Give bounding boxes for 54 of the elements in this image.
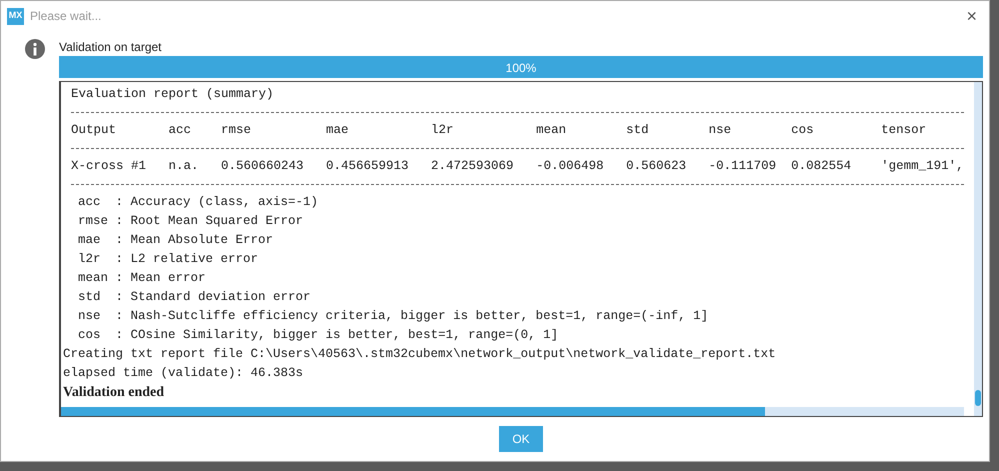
legend-key: mae [78,231,116,250]
legend-description: COsine Similarity, bigger is better, best=1, range=(0, 1] [130,327,558,344]
legend-key: std [78,288,116,307]
column-header: tensor [881,122,928,139]
legend-description: Mean error [130,270,206,287]
legend-separator: : [116,270,124,287]
legend-separator: : [116,289,124,306]
legend-key: mean [78,269,116,288]
window-title: Please wait... [30,8,102,25]
legend-key: acc [78,193,116,212]
console-line: Validation ended [63,384,166,402]
legend-separator: : [116,213,124,230]
legend-description: Accuracy (class, axis=-1) [130,194,318,211]
legend-key: rmse [78,212,116,231]
column-header: rmse [221,122,252,139]
column-header: mae [326,122,350,139]
column-header: l2r [431,122,455,139]
legend-description: Mean Absolute Error [130,232,274,249]
table-cell-text: 'gemm_191', [881,158,965,175]
legend-separator: : [116,232,124,249]
legend-key: nse [78,307,116,326]
column-header: cos [791,122,815,139]
legend-separator: : [116,308,124,325]
legend-description: Root Mean Squared Error [130,213,304,230]
close-button[interactable]: × [962,7,981,25]
legend-description: L2 relative error [130,251,258,268]
table-cell-text: 0.082554 [791,158,852,175]
table-cell-text: 2.472593069 [431,158,515,175]
table-cell-text: -0.111709 [708,158,778,175]
info-icon [25,39,45,59]
column-header: nse [708,122,732,139]
legend-description: Standard deviation error [130,289,311,306]
legend-separator: : [116,327,124,344]
table-cell-text: 0.456659913 [326,158,410,175]
legend-separator: : [116,194,124,211]
legend-key: l2r [78,250,116,269]
table-cell-text: X-cross #1 [71,158,148,175]
status-message: Validation on target [59,40,163,54]
console-line: Evaluation report (summary) [70,86,275,103]
legend-key: cos [78,326,116,345]
legend-separator: : [116,251,124,268]
table-cell-text: 0.560660243 [221,158,305,175]
progress-label: 100% [506,60,536,77]
column-header: std [626,122,650,139]
column-header: Output [71,122,118,139]
column-header: acc [168,122,192,139]
console-line: elapsed time (validate): 46.383s [63,365,304,382]
app-logo: MX [7,8,24,24]
column-header: mean [536,122,568,139]
table-cell-text: n.a. [168,158,200,175]
legend-description: Nash-Sutcliffe efficiency criteria, bigger is better, best=1, range=(-inf, 1] [130,308,708,325]
console-line: Creating txt report file C:\Users\40563\.stm32cubemx\network_output\network_validate_report.txt [63,346,777,363]
table-cell-text: 0.560623 [626,158,688,175]
table-cell-text: -0.006498 [536,158,605,175]
